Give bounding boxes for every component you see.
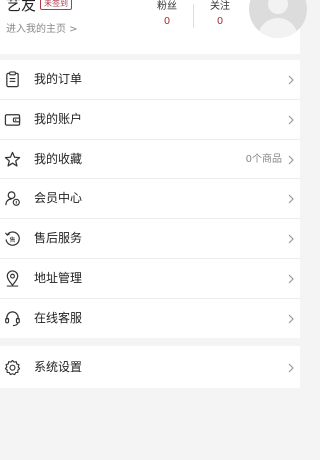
menu-item-settings[interactable]: 系统设置 (0, 346, 300, 388)
chevron-right-icon (288, 115, 294, 125)
menu-item-orders[interactable]: 我的订单 (0, 60, 300, 100)
menu-item-label: 售后服务 (34, 231, 83, 245)
menu-item-label: 我的账户 (34, 111, 83, 126)
check-in-badge[interactable]: 未签到 (40, 0, 72, 10)
member-icon (5, 191, 20, 207)
follow-count: 0 (216, 16, 224, 27)
chevron-right-icon (288, 234, 294, 244)
menu-item-member-center[interactable]: 会员中心 (0, 179, 300, 219)
star-icon (4, 151, 21, 167)
menu-item-favorites[interactable]: 我的收藏 0个商品 (0, 140, 300, 180)
menu-item-label: 我的收藏 (34, 151, 83, 166)
menu-item-label: 在线客服 (34, 310, 83, 325)
chevron-right-icon (288, 194, 294, 204)
gear-icon (4, 359, 21, 376)
avatar-shoulders (258, 18, 298, 38)
menu-item-address[interactable]: 地址管理 (0, 259, 300, 299)
profile-header: 艺友 未签到 进入我的主页 > 粉丝 0 关注 0 (0, 0, 307, 54)
chevron-right-icon (288, 274, 294, 284)
wallet-icon (4, 113, 21, 126)
favorites-count: 0个商品 (245, 153, 282, 165)
settings-group: 系统设置 (0, 346, 300, 388)
fans-count: 0 (163, 16, 171, 27)
follow-stat[interactable]: 关注 0 (202, 0, 238, 29)
username: 艺友 (6, 0, 37, 14)
fans-label: 粉丝 (157, 1, 177, 12)
stat-divider (193, 4, 194, 28)
menu-item-account[interactable]: 我的账户 (0, 100, 300, 140)
menu-item-after-sales[interactable]: 售 售后服务 (0, 219, 300, 259)
avatar-head (268, 0, 288, 14)
menu-item-label: 会员中心 (34, 191, 83, 206)
menu-list: 我的订单 我的账户 我的收藏 0个商品 会员中心 售 售后服务 地址管理 在线客… (0, 60, 300, 339)
chevron-right-icon (288, 155, 294, 164)
chevron-right-icon (288, 363, 294, 373)
homepage-link[interactable]: 进入我的主页 > (6, 23, 78, 37)
chevron-right-icon (288, 314, 294, 323)
clipboard-icon (6, 71, 19, 88)
headset-icon (5, 310, 20, 326)
follow-label: 关注 (210, 1, 230, 12)
chevron-right-icon (288, 75, 294, 85)
avatar[interactable] (249, 0, 307, 38)
after-sales-icon: 售 (4, 231, 20, 246)
menu-item-online-service[interactable]: 在线客服 (0, 299, 300, 339)
svg-text:售: 售 (9, 236, 15, 244)
menu-item-label: 地址管理 (34, 270, 83, 285)
menu-item-label: 我的订单 (34, 72, 83, 86)
location-pin-icon (6, 270, 19, 287)
fans-stat[interactable]: 粉丝 0 (149, 0, 185, 29)
menu-item-label: 系统设置 (34, 360, 83, 374)
